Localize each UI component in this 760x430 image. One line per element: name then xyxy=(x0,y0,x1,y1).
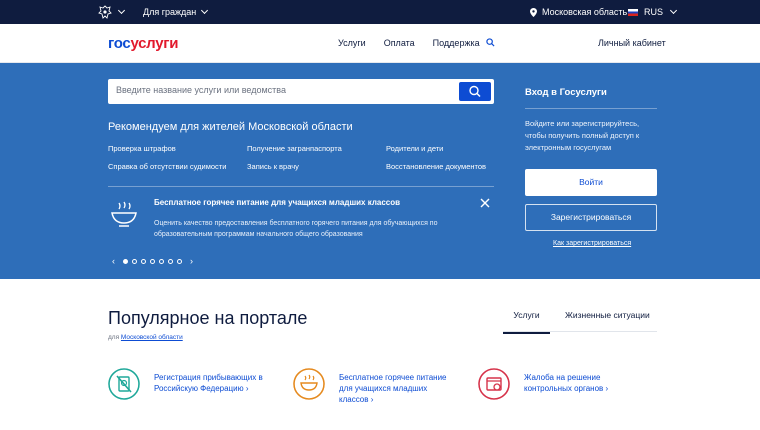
popular-cards: Регистрация прибывающих в Российскую Фед… xyxy=(108,368,668,408)
recommend-title: Рекомендуем для жителей Московской облас… xyxy=(108,121,353,133)
nav-item-payment[interactable]: Оплата xyxy=(384,38,415,48)
logo-part-uslugi: услуги xyxy=(130,35,179,52)
search-icon[interactable] xyxy=(486,38,495,47)
link-doctor-appointment[interactable]: Запись к врачу xyxy=(247,162,299,171)
gosuslugi-logo[interactable]: госуслуги xyxy=(108,35,178,52)
popular-card[interactable]: Жалоба на решение контрольных органов › xyxy=(478,368,634,400)
carousel-dot[interactable] xyxy=(141,258,146,264)
login-panel: Вход в Госуслуги Войдите или зарегистрир… xyxy=(525,87,657,247)
carousel-pager: ‹ › xyxy=(108,256,197,266)
tab-services[interactable]: Услуги xyxy=(503,310,550,334)
login-divider xyxy=(525,108,657,109)
region-link[interactable]: Московской области xyxy=(121,334,183,341)
carousel-dot[interactable] xyxy=(150,258,155,264)
main-nav: Услуги Оплата Поддержка xyxy=(338,38,498,48)
card-text: Жалоба на решение контрольных органов › xyxy=(524,373,609,393)
hot-meal-icon xyxy=(293,368,325,400)
close-icon[interactable] xyxy=(480,198,490,208)
link-restore-documents[interactable]: Восстановление документов xyxy=(386,162,486,171)
popular-card[interactable]: Бесплатное горячее питание для учащихся … xyxy=(293,368,449,405)
login-button[interactable]: Войти xyxy=(525,169,657,196)
popular-card[interactable]: Регистрация прибывающих в Российскую Фед… xyxy=(108,368,264,400)
register-button[interactable]: Зарегистрироваться xyxy=(525,204,657,231)
carousel-dot[interactable] xyxy=(168,258,173,264)
hero-divider xyxy=(108,186,494,187)
popular-title: Популярное на портале xyxy=(108,308,308,328)
personal-account-link[interactable]: Личный кабинет xyxy=(598,38,666,48)
region-selector[interactable]: Московская область xyxy=(530,7,627,17)
location-pin-icon xyxy=(530,7,537,17)
carousel-dot[interactable] xyxy=(177,258,182,264)
search-input[interactable] xyxy=(116,85,446,95)
login-title: Вход в Госуслуги xyxy=(525,87,607,98)
link-fines[interactable]: Проверка штрафов xyxy=(108,144,176,153)
tab-life-situations[interactable]: Жизненные ситуации xyxy=(565,310,650,320)
chevron-down-icon xyxy=(669,6,678,15)
chevron-down-icon xyxy=(201,6,209,15)
how-to-register-link[interactable]: Как зарегистрироваться xyxy=(553,240,631,247)
popular-tabs: Услуги Жизненные ситуации xyxy=(503,300,657,334)
notice-title[interactable]: Бесплатное горячее питание для учащихся … xyxy=(154,198,400,207)
link-parents-children[interactable]: Родители и дети xyxy=(386,144,443,153)
login-description: Войдите или зарегистрируйтесь, чтобы пол… xyxy=(525,119,640,152)
carousel-prev-icon[interactable]: ‹ xyxy=(112,256,115,266)
link-passport[interactable]: Получение загранпаспорта xyxy=(247,144,342,153)
card-text: Бесплатное горячее питание для учащихся … xyxy=(339,373,447,404)
no-passport-icon xyxy=(108,368,140,400)
audience-label: Для граждан xyxy=(143,7,197,17)
notice-text: Оценить качество предоставления бесплатн… xyxy=(154,220,438,238)
coat-of-arms-icon[interactable] xyxy=(98,5,112,19)
logo-part-gos: гос xyxy=(108,35,131,52)
language-selector[interactable]: RUS xyxy=(628,6,678,17)
carousel-dot[interactable] xyxy=(132,258,137,264)
popular-region-note: для Московской области xyxy=(108,334,183,341)
language-label: RUS xyxy=(644,7,664,17)
link-no-criminal-record[interactable]: Справка об отсутствии судимости xyxy=(108,162,226,171)
search-icon xyxy=(469,85,481,98)
main-header: госуслуги Услуги Оплата Поддержка Личный… xyxy=(0,24,760,63)
russian-flag-icon xyxy=(628,8,638,16)
region-label: Московская область xyxy=(542,7,628,17)
emblem-chevron-down-icon[interactable] xyxy=(117,6,126,15)
complaint-icon xyxy=(478,368,510,400)
search-box xyxy=(108,79,494,104)
region-prefix: для xyxy=(108,334,120,341)
card-text: Регистрация прибывающих в Российскую Фед… xyxy=(154,373,263,393)
hero-banner: Рекомендуем для жителей Московской облас… xyxy=(0,63,760,279)
carousel-dot[interactable] xyxy=(123,258,128,264)
nav-item-support[interactable]: Поддержка xyxy=(433,38,480,48)
top-bar: Для граждан Московская область RUS xyxy=(0,0,760,24)
audience-selector[interactable]: Для граждан xyxy=(143,6,209,17)
carousel-dot[interactable] xyxy=(159,258,164,264)
carousel-next-icon[interactable]: › xyxy=(190,256,193,266)
search-button[interactable] xyxy=(459,82,491,101)
nav-item-services[interactable]: Услуги xyxy=(338,38,366,48)
hot-meal-icon xyxy=(111,201,137,227)
